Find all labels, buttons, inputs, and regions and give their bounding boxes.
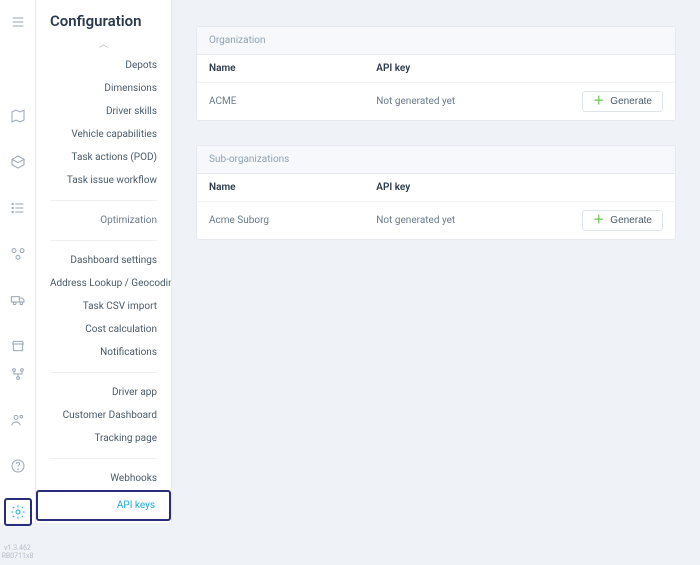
- map-icon[interactable]: [4, 102, 32, 130]
- suborganizations-table: Name API key Acme Suborg Not generated y…: [197, 174, 675, 239]
- divider: [50, 240, 157, 241]
- generate-button[interactable]: ＋ Generate: [582, 210, 663, 231]
- sidebar-item-depots[interactable]: Depots: [50, 54, 157, 77]
- truck-icon[interactable]: [4, 286, 32, 314]
- sidebar-item-driver-app[interactable]: Driver app: [50, 381, 157, 404]
- divider: [50, 372, 157, 373]
- sidebar-item-task-actions[interactable]: Task actions (POD): [50, 146, 157, 169]
- cell-suborg-name: Acme Suborg: [197, 202, 364, 240]
- col-header-api-key: API key: [364, 55, 531, 83]
- users-icon[interactable]: [4, 406, 32, 434]
- plus-icon: ＋: [593, 96, 604, 107]
- panel-suborganizations: Sub-organizations Name API key Acme Subo…: [196, 145, 676, 240]
- package-icon[interactable]: [4, 148, 32, 176]
- panel-header-organization: Organization: [197, 27, 675, 55]
- main-content: Organization Name API key ACME Not gener…: [172, 0, 700, 523]
- sidebar-item-tracking-page[interactable]: Tracking page: [50, 427, 157, 450]
- cell-suborg-key: Not generated yet: [364, 202, 531, 240]
- list-icon[interactable]: [4, 194, 32, 222]
- sidebar-item-notifications[interactable]: Notifications: [50, 341, 157, 364]
- generate-button[interactable]: ＋ Generate: [582, 91, 663, 112]
- menu-icon[interactable]: [4, 8, 32, 36]
- generate-button-label: Generate: [610, 215, 652, 226]
- sidebar-item-task-issue-workflow[interactable]: Task issue workflow: [50, 169, 157, 192]
- sidebar-item-dashboard-settings[interactable]: Dashboard settings: [50, 249, 157, 272]
- panel-organization: Organization Name API key ACME Not gener…: [196, 26, 676, 121]
- col-header-name: Name: [197, 174, 364, 202]
- divider: [50, 200, 157, 201]
- generate-button-label: Generate: [610, 96, 652, 107]
- sidebar-item-vehicle-capabilities[interactable]: Vehicle capabilities: [50, 123, 157, 146]
- app-icon-rail: v1.3.462 RB0711x8: [0, 0, 36, 523]
- sidebar-item-cost-calculation[interactable]: Cost calculation: [50, 318, 157, 341]
- cluster-icon[interactable]: [4, 240, 32, 268]
- sidebar-group-optimization[interactable]: Optimization: [50, 209, 157, 232]
- page-title: Configuration: [36, 0, 171, 36]
- sidebar-item-customer-dashboard[interactable]: Customer Dashboard: [50, 404, 157, 427]
- table-row: Acme Suborg Not generated yet ＋ Generate: [197, 202, 675, 240]
- collapse-toggle-up[interactable]: ︿: [36, 36, 171, 54]
- sidebar-item-dimensions[interactable]: Dimensions: [50, 77, 157, 100]
- panel-header-suborganizations: Sub-organizations: [197, 146, 675, 174]
- app-version: v1.3.462 RB0711x8: [2, 544, 34, 565]
- config-sidebar: Configuration ︿ Depots Dimensions Driver…: [36, 0, 172, 523]
- plus-icon: ＋: [593, 215, 604, 226]
- cell-org-name: ACME: [197, 83, 364, 121]
- col-header-api-key: API key: [364, 174, 531, 202]
- sidebar-item-driver-skills[interactable]: Driver skills: [50, 100, 157, 123]
- sidebar-item-task-csv-import[interactable]: Task CSV import: [50, 295, 157, 318]
- gear-icon[interactable]: [4, 498, 32, 526]
- sidebar-item-address-lookup[interactable]: Address Lookup / Geocoding: [50, 272, 157, 295]
- cell-org-key: Not generated yet: [364, 83, 531, 121]
- col-header-name: Name: [197, 55, 364, 83]
- storefront-icon[interactable]: [4, 332, 32, 360]
- table-row: ACME Not generated yet ＋ Generate: [197, 83, 675, 121]
- sidebar-item-webhooks[interactable]: Webhooks: [50, 467, 157, 490]
- sidebar-item-api-keys[interactable]: API keys: [36, 490, 171, 521]
- help-icon[interactable]: [4, 452, 32, 480]
- workflow-icon[interactable]: [4, 360, 32, 388]
- divider: [50, 458, 157, 459]
- organization-table: Name API key ACME Not generated yet ＋ Ge…: [197, 55, 675, 120]
